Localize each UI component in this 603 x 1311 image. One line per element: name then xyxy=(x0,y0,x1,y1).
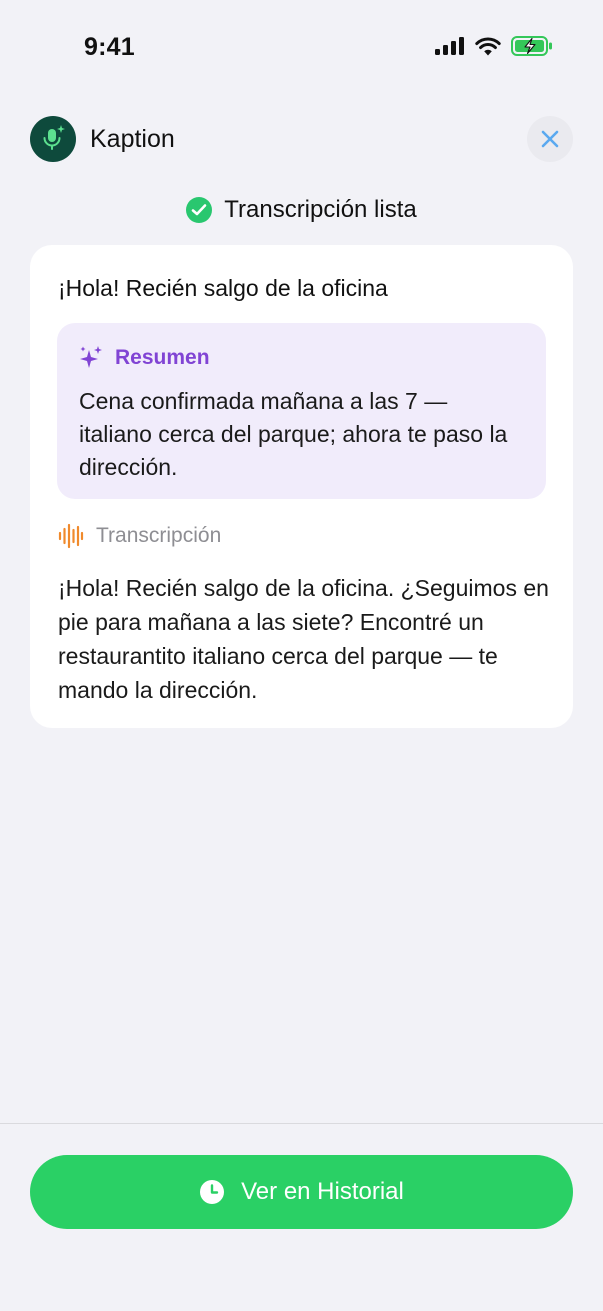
clock-icon xyxy=(200,1180,225,1204)
message-card: ¡Hola! Recién salgo de la oficina Resume… xyxy=(30,245,573,728)
transcription-status: Transcripción lista xyxy=(0,196,603,224)
message-title: ¡Hola! Recién salgo de la oficina xyxy=(58,275,388,301)
battery-charging-icon xyxy=(511,36,552,56)
status-text: Transcripción lista xyxy=(224,196,417,223)
signal-icon xyxy=(435,37,464,55)
summary-text: Cena confirmada mañana a las 7 — italian… xyxy=(79,388,508,480)
bottom-divider xyxy=(0,1123,603,1124)
app-logo xyxy=(30,116,76,162)
status-icons xyxy=(435,36,553,56)
view-history-button[interactable]: Ver en Historial xyxy=(30,1155,573,1229)
microphone-sparkle-icon xyxy=(43,125,65,150)
status-time: 9:41 xyxy=(84,33,135,61)
wifi-icon xyxy=(475,37,501,55)
close-button[interactable] xyxy=(527,116,573,162)
close-icon xyxy=(541,130,559,148)
screen: 9:41 Kaption Transcripción lista ¡Hola! … xyxy=(0,0,603,1311)
summary-header: Resumen xyxy=(79,345,210,371)
sparkles-icon xyxy=(80,346,102,368)
transcription-text: ¡Hola! Recién salgo de la oficina. ¿Segu… xyxy=(58,575,549,703)
summary-label: Resumen xyxy=(115,346,210,369)
view-history-label: Ver en Historial xyxy=(241,1178,404,1205)
summary-box: Resumen Cena confirmada mañana a las 7 —… xyxy=(57,323,546,499)
status-bar: 9:41 xyxy=(0,0,603,100)
app-header: Kaption xyxy=(30,116,573,162)
app-name: Kaption xyxy=(90,125,175,153)
checkmark-circle-icon xyxy=(186,197,213,223)
waveform-icon xyxy=(58,523,84,549)
transcription-label: Transcripción xyxy=(96,524,222,547)
transcription-header: Transcripción xyxy=(58,523,221,549)
